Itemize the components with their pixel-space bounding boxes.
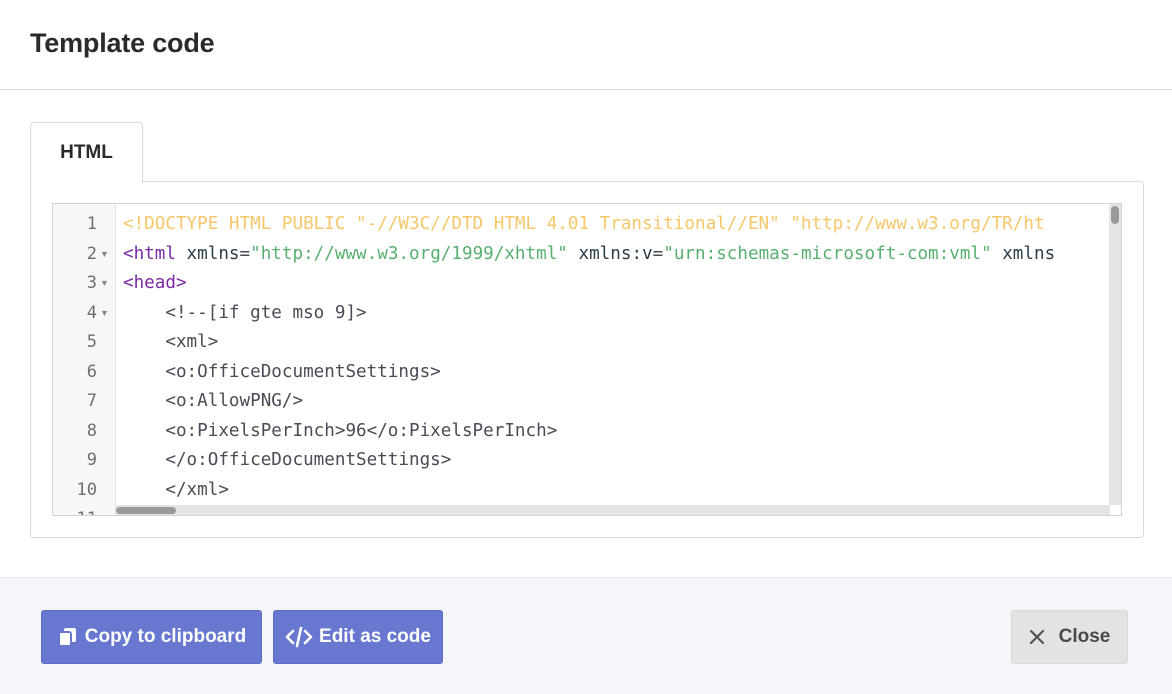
code-token: </o:OfficeDocumentSettings> xyxy=(123,450,452,470)
tab-html-label: HTML xyxy=(60,142,113,163)
code-token: xmlns xyxy=(991,243,1056,264)
close-button-label: Close xyxy=(1058,626,1111,647)
code-editor[interactable]: 12▼3▼4▼567891011 <!DOCTYPE HTML PUBLIC "… xyxy=(52,203,1122,516)
code-token: "http://www.w3.org/1999/xhtml" xyxy=(250,243,568,264)
code-line: <xml> xyxy=(123,328,218,358)
line-number: 8 xyxy=(86,420,97,441)
code-token: = xyxy=(239,243,251,264)
close-icon xyxy=(1029,629,1045,645)
code-token: = xyxy=(652,243,664,264)
line-number: 7 xyxy=(86,391,97,411)
line-number: 11 xyxy=(53,505,97,515)
code-line: <o:AllowPNG/> xyxy=(123,387,303,417)
code-token: <!DOCTYPE HTML PUBLIC "-//W3C//DTD HTML … xyxy=(123,214,1045,234)
code-line: <!--[if gte mso 9]> xyxy=(123,299,367,329)
code-token: xmlns xyxy=(175,243,240,264)
edit-button-label: Edit as code xyxy=(319,626,431,647)
fold-arrow-icon[interactable]: ▼ xyxy=(100,299,109,329)
code-line: </o:OfficeDocumentSettings> xyxy=(123,446,451,476)
line-number: 9 xyxy=(86,450,97,470)
code-token: xmlns:v xyxy=(567,243,653,264)
vertical-scrollbar[interactable] xyxy=(1109,204,1121,505)
copy-icon xyxy=(57,626,79,648)
line-number: 4 xyxy=(86,302,97,323)
line-number: 6 xyxy=(86,361,97,382)
copy-to-clipboard-button[interactable]: Copy to clipboard xyxy=(41,610,262,664)
code-token: <!--[if gte mso 9]> xyxy=(123,302,367,323)
code-area[interactable]: <!DOCTYPE HTML PUBLIC "-//W3C//DTD HTML … xyxy=(123,204,1113,515)
horizontal-scrollbar-thumb[interactable] xyxy=(116,507,176,514)
fold-arrow-icon[interactable]: ▼ xyxy=(100,269,109,299)
code-icon xyxy=(285,626,313,648)
line-number: 3 xyxy=(86,273,97,293)
code-token: <o:AllowPNG/> xyxy=(123,391,304,411)
line-number: 5 xyxy=(86,332,97,352)
vertical-scrollbar-thumb[interactable] xyxy=(1111,206,1119,224)
code-token: "urn:schemas-microsoft-com:vml" xyxy=(663,243,992,264)
line-number: 10 xyxy=(76,479,97,500)
line-number: 1 xyxy=(86,214,97,234)
close-button[interactable]: Close xyxy=(1011,610,1128,664)
code-line: </xml> xyxy=(123,476,229,506)
modal-header: Template code xyxy=(0,0,1172,90)
code-token: </xml> xyxy=(123,479,229,500)
horizontal-scrollbar[interactable] xyxy=(116,505,1110,515)
code-token: <html xyxy=(123,243,176,264)
code-token: <o:OfficeDocumentSettings> xyxy=(123,361,441,382)
code-token: <o:PixelsPerInch>96</o:PixelsPerInch> xyxy=(123,420,558,441)
code-line: <!DOCTYPE HTML PUBLIC "-//W3C//DTD HTML … xyxy=(123,210,1045,240)
tab-html[interactable]: HTML xyxy=(30,122,143,183)
line-number-gutter: 12▼3▼4▼567891011 xyxy=(53,204,116,515)
code-token: <xml> xyxy=(123,332,219,352)
copy-button-label: Copy to clipboard xyxy=(84,626,247,647)
code-token: <head> xyxy=(123,273,187,293)
fold-arrow-icon[interactable]: ▼ xyxy=(100,240,109,270)
code-line: <html xmlns="http://www.w3.org/1999/xhtm… xyxy=(123,240,1055,270)
code-line: <head> xyxy=(123,269,187,299)
code-line: <o:PixelsPerInch>96</o:PixelsPerInch> xyxy=(123,417,557,447)
edit-as-code-button[interactable]: Edit as code xyxy=(273,610,443,664)
line-number: 2 xyxy=(86,243,97,264)
code-line: <o:OfficeDocumentSettings> xyxy=(123,358,441,388)
modal-title: Template code xyxy=(30,28,215,58)
